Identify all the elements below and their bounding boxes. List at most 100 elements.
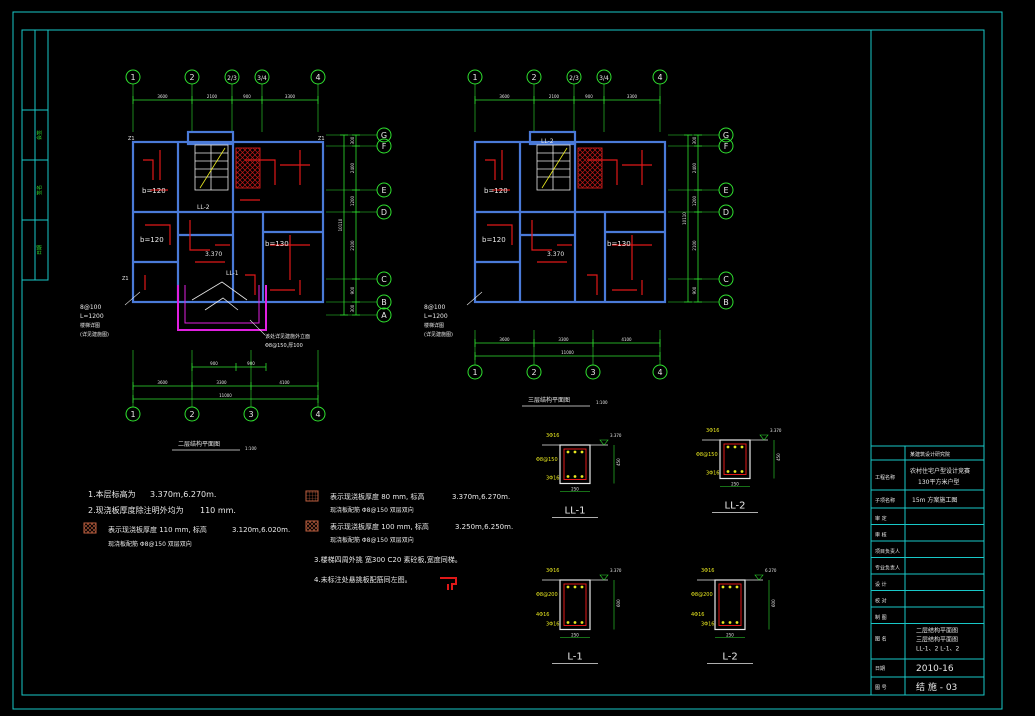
grid-bubble-label: 2 — [189, 410, 194, 419]
beam-tag-ll2: LL-2 — [197, 204, 210, 211]
dimension-label: 3300 — [558, 337, 569, 342]
section-top-bars: 3Φ16 — [706, 428, 719, 434]
grid-bubble-label: 2/3 — [569, 75, 579, 82]
section-top-bars: 3Φ16 — [546, 433, 559, 439]
section-top-bars: 3Φ16 — [546, 568, 559, 574]
grid-bubble-label: 3 — [248, 410, 253, 419]
plan-scale-left: 1:100 — [245, 446, 257, 451]
drawing-number-label: 图 号 — [875, 685, 887, 691]
elev-label: 3.370 — [205, 251, 222, 258]
section-name: LL-1 — [565, 506, 586, 517]
sign-row-label: 审 核 — [875, 532, 887, 539]
sign-row-label: 专业负责人 — [875, 565, 900, 572]
note-2-label: 2.现浇板厚度除注明外均为 — [88, 505, 184, 515]
legend-1-label: 表示现浇板厚度 110 mm, 标高 — [108, 525, 207, 534]
dimension-label: 1200 — [350, 195, 355, 206]
date-label: 日期 — [875, 666, 885, 672]
legend-2-value: 3.370m,6.270m. — [452, 493, 510, 501]
drawing-name-value: 二层结构平面图 — [916, 627, 958, 635]
drawing-name-label: 图 名 — [875, 636, 887, 643]
dimension-label: 3300 — [216, 380, 227, 385]
dimension-label: 2100 — [692, 240, 697, 251]
section-width: 250 — [571, 633, 579, 638]
dimension-label: 2100 — [207, 94, 218, 99]
section-waist-bars: 4Φ16 — [691, 612, 704, 618]
dimension-label: 10110 — [338, 218, 343, 231]
strip-label: 签名 — [36, 185, 43, 195]
leader-note: 楼梯详图 — [424, 322, 444, 329]
legend-swatch-2 — [305, 490, 319, 502]
grid-bubble-label: 2 — [531, 73, 536, 82]
leader-note: Φ8@150,厚100 — [265, 343, 303, 349]
note-4: 4.未标注处悬挑板配筋同左图。 — [314, 575, 412, 584]
leader-note: 8@100 — [80, 304, 101, 311]
leader-note: (详见建施图) — [424, 331, 453, 338]
grid-bubble-label: E — [723, 186, 728, 195]
grid-bubble-label: D — [381, 208, 387, 217]
dimension-label: 3600 — [499, 94, 510, 99]
grid-bubble-label: 4 — [315, 73, 320, 82]
grid-bubble-label: C — [723, 275, 729, 284]
section-bottom-bars: 3Φ16 — [546, 476, 559, 482]
drawing-name-value: 三层结构平面图 — [916, 636, 958, 644]
dimension-label: 3300 — [285, 94, 296, 99]
note-3: 3.楼梯四周外挑 宽300 C20 素砼板,宽度同梯。 — [314, 555, 462, 564]
plan-scale-right: 1:100 — [596, 400, 608, 405]
legend-swatch-1 — [83, 522, 97, 534]
drawing-number-value: 结 施 - 03 — [916, 681, 957, 693]
dimension-label: 2400 — [692, 162, 697, 173]
legend-3-sub: 现浇板配筋 Φ8@150 双层双向 — [330, 536, 414, 544]
section-stirrup: Φ8@150 — [696, 452, 718, 458]
strip-label: 日期 — [37, 245, 43, 255]
section-width: 250 — [726, 633, 734, 638]
beam-width-label: b=130 — [265, 240, 289, 248]
column-tag: Z1 — [122, 276, 129, 282]
dimension-label: 4100 — [279, 380, 290, 385]
grid-bubble-label: 1 — [472, 368, 477, 377]
section-bottom-bars: 3Φ16 — [546, 622, 559, 628]
grid-bubble-label: 4 — [657, 368, 662, 377]
project-value: 农村住宅户型设计竞赛 — [910, 467, 970, 475]
legend-2-sub: 现浇板配筋 Φ8@150 双层双向 — [330, 506, 414, 514]
beam-width-label: b=120 — [140, 236, 164, 244]
grid-bubble-label: 2 — [531, 368, 536, 377]
project-label: 工程名称 — [875, 474, 895, 481]
section-elevation: 3.370 — [610, 433, 622, 438]
section-width: 250 — [731, 482, 739, 487]
grid-bubble-label: 3 — [590, 368, 595, 377]
leader-note: 8@100 — [424, 304, 445, 311]
section-elevation: 3.370 — [610, 568, 622, 573]
dimension-label: 10110 — [682, 212, 687, 225]
column-tag: Z1 — [318, 136, 325, 142]
hatch-slab-right — [577, 147, 603, 189]
beam-width-label: b=120 — [142, 187, 166, 195]
dimension-label: 900 — [210, 361, 218, 366]
grid-bubble-label: 1 — [472, 73, 477, 82]
grid-bubble-label: 1 — [130, 410, 135, 419]
sub-value: 15m 方案施工图 — [912, 496, 957, 504]
note-2-value: 110 mm. — [200, 506, 236, 515]
sign-row-label: 制 图 — [875, 614, 887, 621]
dimension-label: 300 — [350, 304, 355, 312]
drawing-name-value: LL-1、2 L-1、2 — [916, 646, 960, 653]
dimension-label: 900 — [585, 94, 593, 99]
dimension-label: 3600 — [157, 94, 168, 99]
beam-tag-ll1: LL-1 — [226, 270, 239, 277]
legend-1-value: 3.120m,6.020m. — [232, 526, 290, 534]
dimension-label: 300 — [350, 136, 355, 144]
grid-bubble-label: 1 — [130, 73, 135, 82]
beam-width-label: b=120 — [482, 236, 506, 244]
section-waist-bars: 4Φ16 — [536, 612, 549, 618]
section-height: 450 — [776, 453, 781, 461]
grid-bubble-label: C — [381, 275, 387, 284]
section-bottom-bars: 3Φ16 — [706, 471, 719, 477]
grid-bubble-label: 2 — [189, 73, 194, 82]
elev-label: 3.370 — [547, 251, 564, 258]
section-stirrup: Φ8@150 — [536, 457, 558, 463]
grid-bubble-label: F — [382, 142, 387, 151]
dimension-label: 2100 — [549, 94, 560, 99]
section-height: 600 — [771, 599, 776, 607]
section-top-bars: 3Φ16 — [701, 568, 714, 574]
beam-width-label: b=130 — [607, 240, 631, 248]
plan-title-right: 三层结构平面图 — [528, 396, 570, 404]
